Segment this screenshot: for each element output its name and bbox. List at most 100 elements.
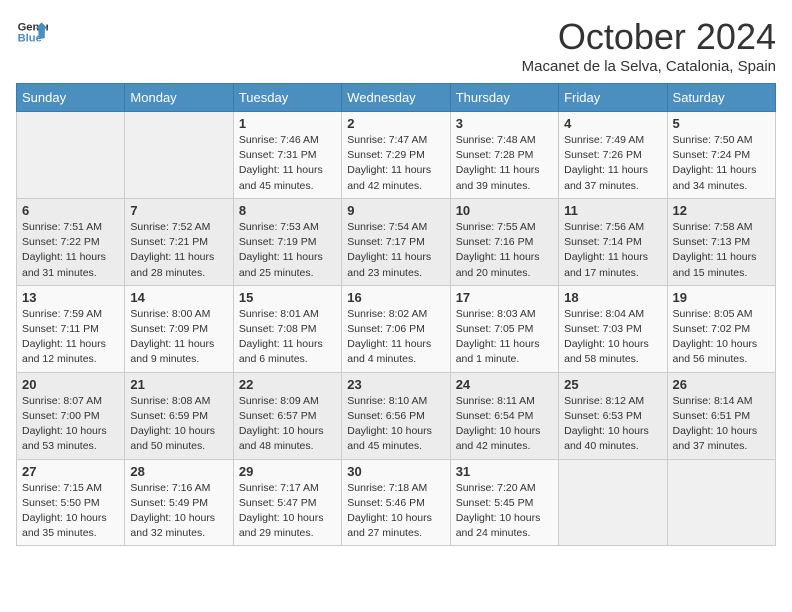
calendar-cell: 21Sunrise: 8:08 AMSunset: 6:59 PMDayligh…	[125, 372, 233, 459]
title-block: October 2024 Macanet de la Selva, Catalo…	[522, 16, 776, 75]
month-title: October 2024	[522, 16, 776, 58]
day-info: Sunrise: 7:59 AMSunset: 7:11 PMDaylight:…	[22, 307, 119, 368]
calendar-cell: 15 Sunrise: 8:01 AMSunset: 7:08 PMDayligh…	[233, 285, 341, 372]
day-header-saturday: Saturday	[667, 84, 775, 112]
day-info: Sunrise: 8:11 AMSunset: 6:54 PMDaylight:…	[456, 394, 553, 455]
day-info: Sunrise: 8:04 AMSunset: 7:03 PMDaylight:…	[564, 307, 661, 368]
page-header: General Blue October 2024 Macanet de la …	[16, 16, 776, 75]
day-info: Sunrise: 7:20 AMSunset: 5:45 PMDaylight:…	[456, 481, 553, 542]
day-header-friday: Friday	[559, 84, 667, 112]
calendar-cell: 1Sunrise: 7:46 AMSunset: 7:31 PMDaylight…	[233, 112, 341, 199]
day-number: 28	[130, 464, 227, 479]
day-number: 25	[564, 377, 661, 392]
day-info: Sunrise: 8:09 AMSunset: 6:57 PMDaylight:…	[239, 394, 336, 455]
day-info: Sunrise: 7:47 AMSunset: 7:29 PMDaylight:…	[347, 133, 444, 194]
calendar-body: 1Sunrise: 7:46 AMSunset: 7:31 PMDaylight…	[17, 112, 776, 546]
day-number: 5	[673, 116, 770, 131]
calendar-cell: 26 Sunrise: 8:14 AMSunset: 6:51 PMDayligh…	[667, 372, 775, 459]
calendar-cell: 23 Sunrise: 8:10 AMSunset: 6:56 PMDayligh…	[342, 372, 450, 459]
day-info: Sunrise: 8:12 AMSunset: 6:53 PMDaylight:…	[564, 394, 661, 455]
calendar-cell: 24 Sunrise: 8:11 AMSunset: 6:54 PMDayligh…	[450, 372, 558, 459]
calendar-cell: 2 Sunrise: 7:47 AMSunset: 7:29 PMDaylight…	[342, 112, 450, 199]
calendar-cell: 5Sunrise: 7:50 AMSunset: 7:24 PMDaylight…	[667, 112, 775, 199]
calendar-cell: 3 Sunrise: 7:48 AMSunset: 7:28 PMDaylight…	[450, 112, 558, 199]
calendar-table: SundayMondayTuesdayWednesdayThursdayFrid…	[16, 83, 776, 546]
day-number: 26	[673, 377, 770, 392]
day-info: Sunrise: 7:54 AMSunset: 7:17 PMDaylight:…	[347, 220, 444, 281]
calendar-cell: 11Sunrise: 7:56 AMSunset: 7:14 PMDayligh…	[559, 198, 667, 285]
calendar-cell: 17 Sunrise: 8:03 AMSunset: 7:05 PMDayligh…	[450, 285, 558, 372]
day-info: Sunrise: 7:51 AMSunset: 7:22 PMDaylight:…	[22, 220, 119, 281]
day-number: 12	[673, 203, 770, 218]
day-number: 11	[564, 203, 661, 218]
calendar-cell: 29 Sunrise: 7:17 AMSunset: 5:47 PMDayligh…	[233, 459, 341, 546]
day-number: 4	[564, 116, 661, 131]
day-number: 14	[130, 290, 227, 305]
day-number: 10	[456, 203, 553, 218]
day-number: 16	[347, 290, 444, 305]
day-info: Sunrise: 7:16 AMSunset: 5:49 PMDaylight:…	[130, 481, 227, 542]
day-info: Sunrise: 8:07 AMSunset: 7:00 PMDaylight:…	[22, 394, 119, 455]
day-info: Sunrise: 7:52 AMSunset: 7:21 PMDaylight:…	[130, 220, 227, 281]
day-number: 8	[239, 203, 336, 218]
calendar-header-row: SundayMondayTuesdayWednesdayThursdayFrid…	[17, 84, 776, 112]
day-info: Sunrise: 7:53 AMSunset: 7:19 PMDaylight:…	[239, 220, 336, 281]
day-number: 7	[130, 203, 227, 218]
day-number: 18	[564, 290, 661, 305]
day-info: Sunrise: 7:49 AMSunset: 7:26 PMDaylight:…	[564, 133, 661, 194]
day-number: 15	[239, 290, 336, 305]
day-info: Sunrise: 8:10 AMSunset: 6:56 PMDaylight:…	[347, 394, 444, 455]
calendar-cell: 7 Sunrise: 7:52 AMSunset: 7:21 PMDaylight…	[125, 198, 233, 285]
day-info: Sunrise: 7:15 AMSunset: 5:50 PMDaylight:…	[22, 481, 119, 542]
calendar-cell: 10Sunrise: 7:55 AMSunset: 7:16 PMDayligh…	[450, 198, 558, 285]
calendar-cell: 28 Sunrise: 7:16 AMSunset: 5:49 PMDayligh…	[125, 459, 233, 546]
day-info: Sunrise: 7:17 AMSunset: 5:47 PMDaylight:…	[239, 481, 336, 542]
calendar-cell: 18 Sunrise: 8:04 AMSunset: 7:03 PMDayligh…	[559, 285, 667, 372]
calendar-week-row: 27Sunrise: 7:15 AMSunset: 5:50 PMDayligh…	[17, 459, 776, 546]
day-number: 6	[22, 203, 119, 218]
day-header-thursday: Thursday	[450, 84, 558, 112]
day-header-sunday: Sunday	[17, 84, 125, 112]
calendar-cell	[667, 459, 775, 546]
calendar-cell: 31Sunrise: 7:20 AMSunset: 5:45 PMDayligh…	[450, 459, 558, 546]
day-info: Sunrise: 7:18 AMSunset: 5:46 PMDaylight:…	[347, 481, 444, 542]
day-number: 23	[347, 377, 444, 392]
calendar-cell	[17, 112, 125, 199]
calendar-cell: 8 Sunrise: 7:53 AMSunset: 7:19 PMDaylight…	[233, 198, 341, 285]
calendar-cell: 12 Sunrise: 7:58 AMSunset: 7:13 PMDayligh…	[667, 198, 775, 285]
calendar-cell: 4 Sunrise: 7:49 AMSunset: 7:26 PMDaylight…	[559, 112, 667, 199]
day-info: Sunrise: 8:01 AMSunset: 7:08 PMDaylight:…	[239, 307, 336, 368]
day-info: Sunrise: 8:03 AMSunset: 7:05 PMDaylight:…	[456, 307, 553, 368]
day-info: Sunrise: 8:05 AMSunset: 7:02 PMDaylight:…	[673, 307, 770, 368]
day-header-tuesday: Tuesday	[233, 84, 341, 112]
day-number: 17	[456, 290, 553, 305]
logo-icon: General Blue	[16, 16, 48, 48]
calendar-cell: 6 Sunrise: 7:51 AMSunset: 7:22 PMDaylight…	[17, 198, 125, 285]
day-header-monday: Monday	[125, 84, 233, 112]
day-number: 22	[239, 377, 336, 392]
day-info: Sunrise: 8:08 AMSunset: 6:59 PMDaylight:…	[130, 394, 227, 455]
day-number: 3	[456, 116, 553, 131]
day-number: 13	[22, 290, 119, 305]
day-number: 2	[347, 116, 444, 131]
day-number: 30	[347, 464, 444, 479]
calendar-cell: 13 Sunrise: 7:59 AMSunset: 7:11 PMDayligh…	[17, 285, 125, 372]
svg-text:Blue: Blue	[18, 33, 42, 45]
day-number: 9	[347, 203, 444, 218]
calendar-cell: 22 Sunrise: 8:09 AMSunset: 6:57 PMDayligh…	[233, 372, 341, 459]
day-number: 20	[22, 377, 119, 392]
day-number: 24	[456, 377, 553, 392]
day-number: 29	[239, 464, 336, 479]
calendar-cell: 14Sunrise: 8:00 AMSunset: 7:09 PMDayligh…	[125, 285, 233, 372]
location-subtitle: Macanet de la Selva, Catalonia, Spain	[522, 58, 776, 75]
logo: General Blue	[16, 16, 48, 48]
calendar-cell	[125, 112, 233, 199]
calendar-cell: 30 Sunrise: 7:18 AMSunset: 5:46 PMDayligh…	[342, 459, 450, 546]
day-info: Sunrise: 8:14 AMSunset: 6:51 PMDaylight:…	[673, 394, 770, 455]
calendar-week-row: 13 Sunrise: 7:59 AMSunset: 7:11 PMDayligh…	[17, 285, 776, 372]
day-info: Sunrise: 7:48 AMSunset: 7:28 PMDaylight:…	[456, 133, 553, 194]
day-info: Sunrise: 7:58 AMSunset: 7:13 PMDaylight:…	[673, 220, 770, 281]
calendar-week-row: 20 Sunrise: 8:07 AMSunset: 7:00 PMDayligh…	[17, 372, 776, 459]
calendar-week-row: 6 Sunrise: 7:51 AMSunset: 7:22 PMDaylight…	[17, 198, 776, 285]
calendar-week-row: 1Sunrise: 7:46 AMSunset: 7:31 PMDaylight…	[17, 112, 776, 199]
